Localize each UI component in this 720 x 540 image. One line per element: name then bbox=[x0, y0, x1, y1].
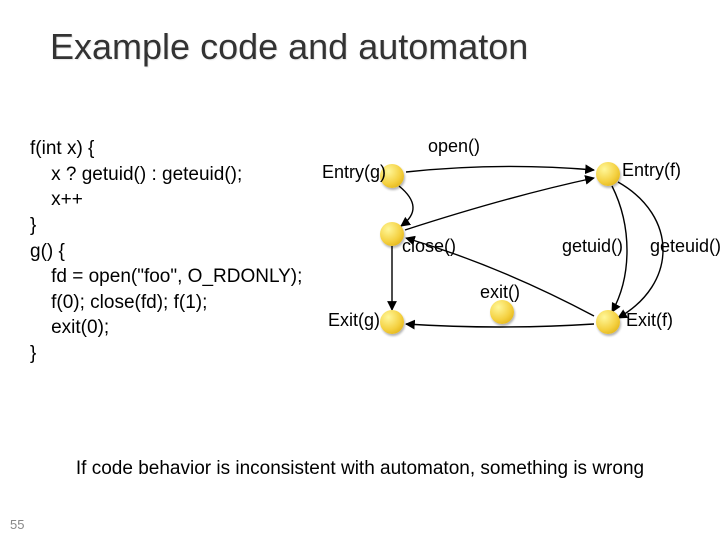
footer-note: If code behavior is inconsistent with au… bbox=[0, 458, 720, 480]
node-entry-f bbox=[596, 162, 620, 186]
label-open: open() bbox=[428, 136, 480, 157]
label-close: close() bbox=[402, 236, 456, 257]
slide-number: 55 bbox=[10, 517, 24, 532]
label-exit-g: Exit(g) bbox=[328, 310, 378, 331]
code-block: f(int x) { x ? getuid() : geteuid(); x++… bbox=[30, 136, 302, 367]
label-entry-f: Entry(f) bbox=[622, 160, 681, 181]
node-exit-f bbox=[596, 310, 620, 334]
node-mid-g bbox=[380, 222, 404, 246]
label-entry-g: Entry(g) bbox=[322, 162, 378, 183]
label-geteuid: geteuid() bbox=[650, 236, 720, 257]
node-exit-g bbox=[380, 310, 404, 334]
node-exit-mid bbox=[490, 300, 514, 324]
automaton-diagram: Entry(g) Entry(f) Exit(g) Exit(f) open()… bbox=[330, 126, 710, 386]
label-exit: exit() bbox=[480, 282, 520, 303]
slide-title: Example code and automaton bbox=[50, 26, 528, 68]
label-getuid: getuid() bbox=[562, 236, 623, 257]
label-exit-f: Exit(f) bbox=[626, 310, 673, 331]
